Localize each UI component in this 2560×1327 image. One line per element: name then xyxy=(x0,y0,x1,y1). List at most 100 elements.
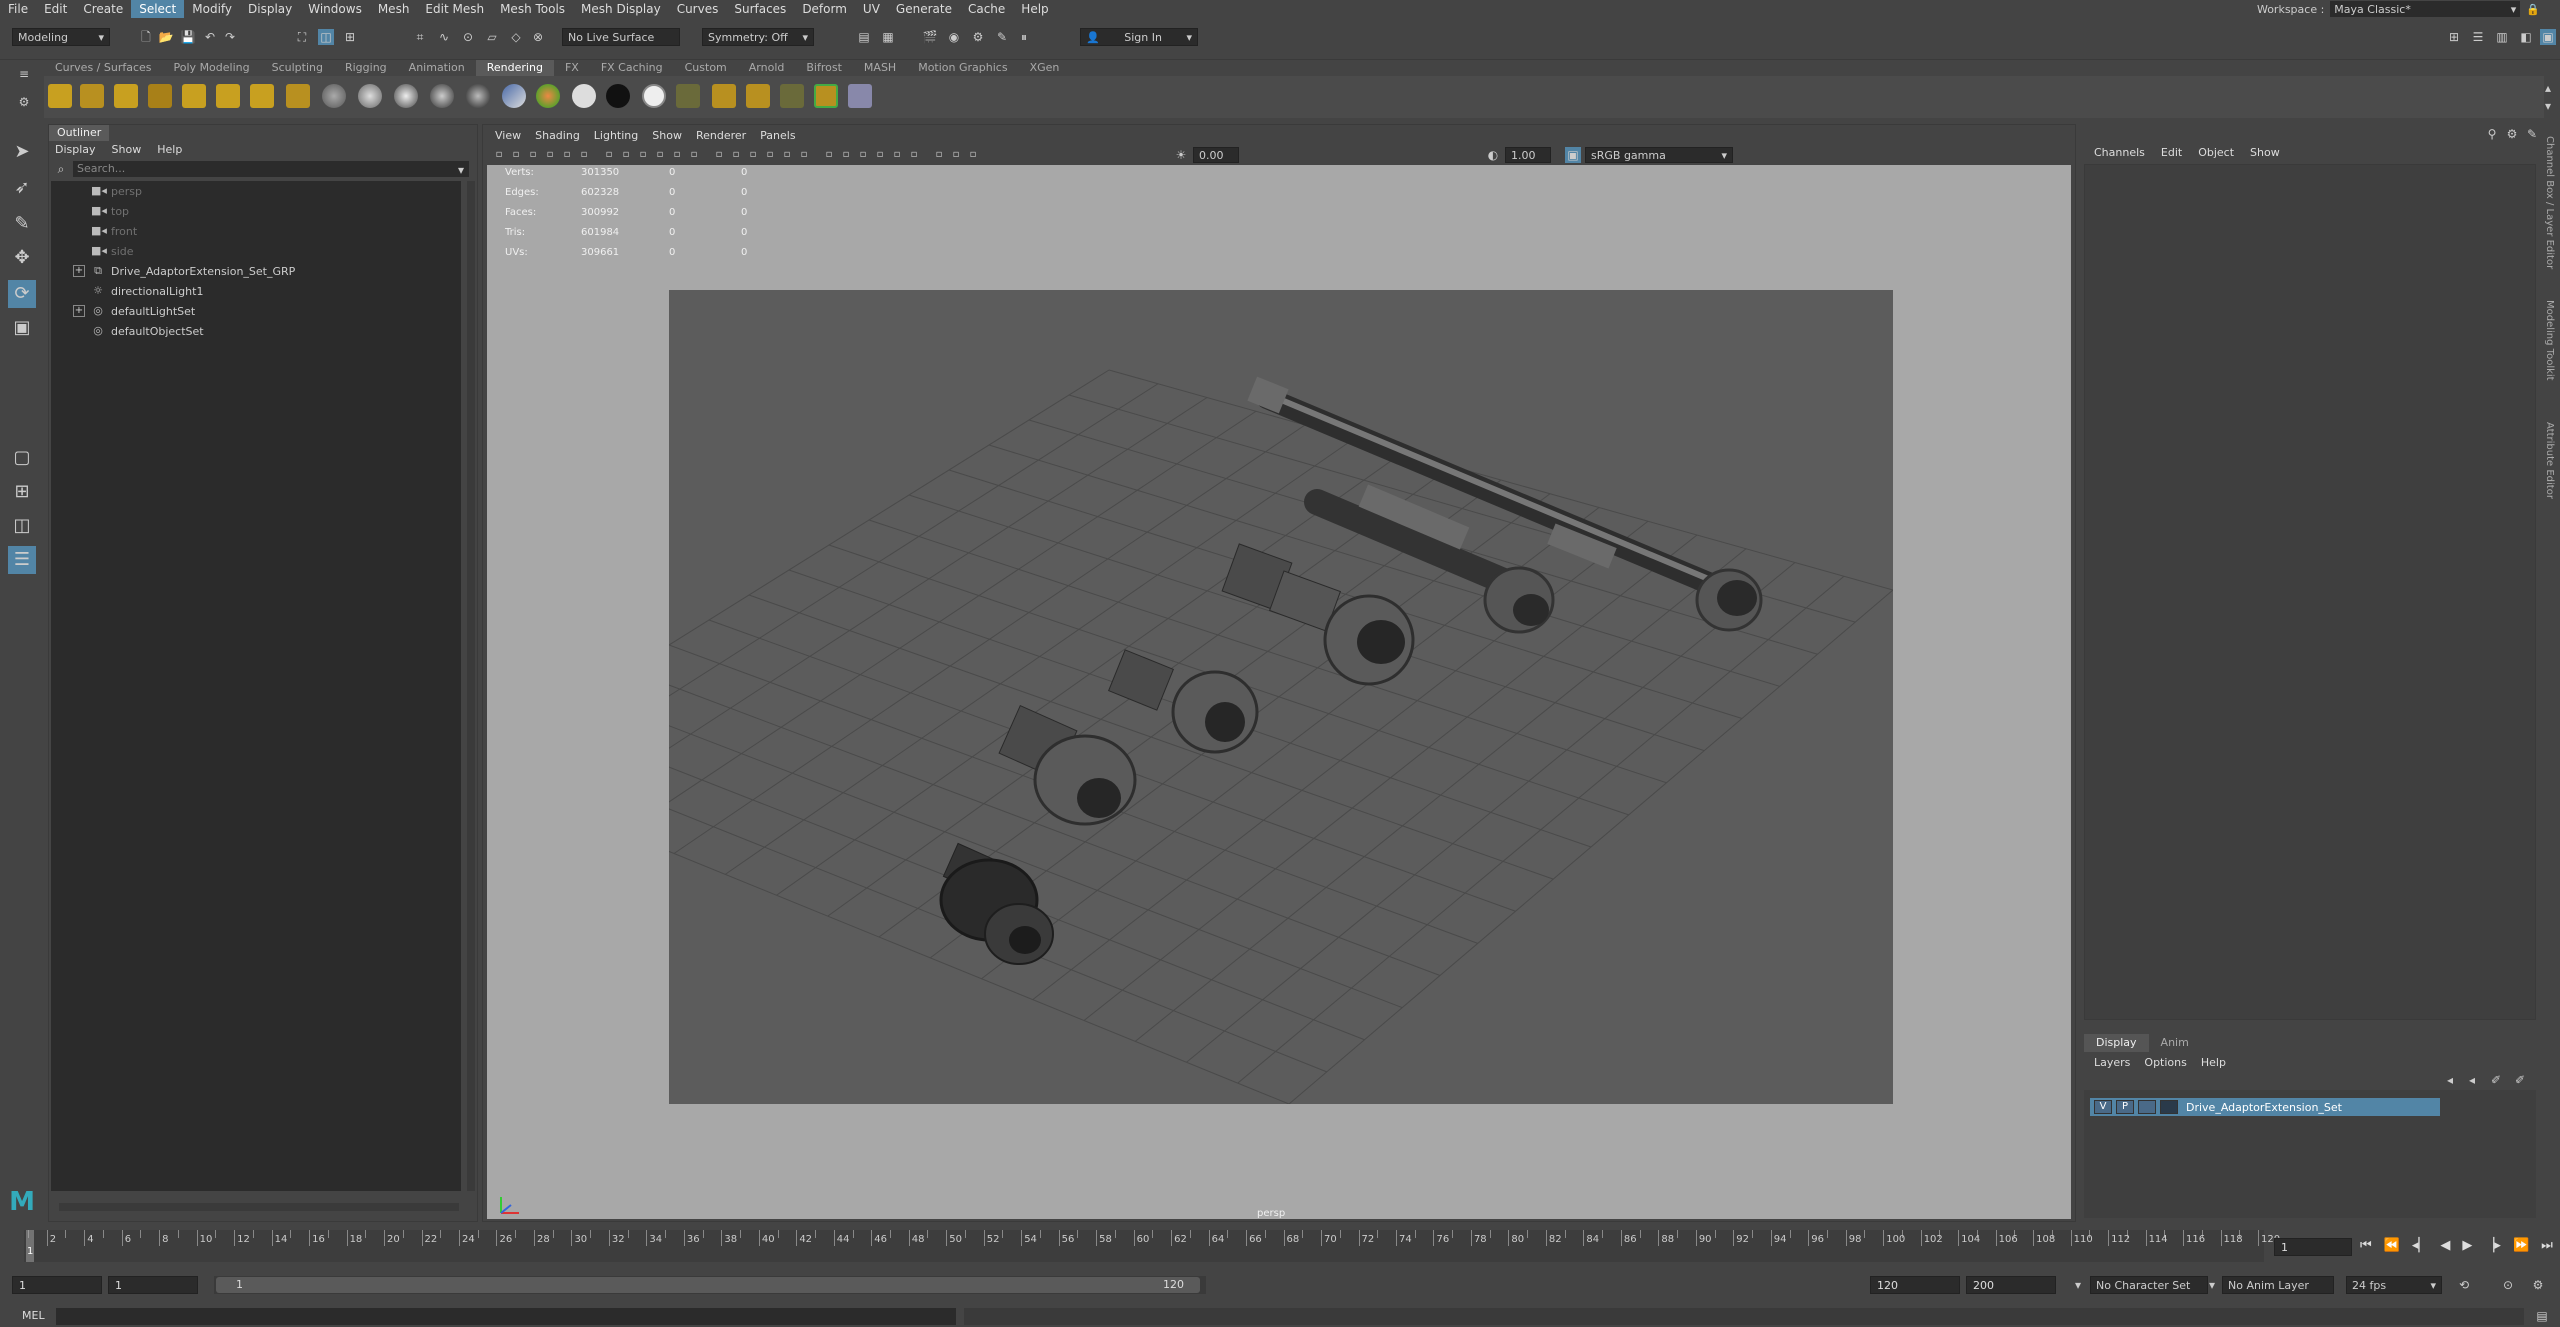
mode-dropdown[interactable]: Modeling ▾ xyxy=(12,28,110,46)
scale-tool-icon[interactable]: ▣ xyxy=(8,314,36,342)
gamma-icon[interactable]: ◐ xyxy=(1485,147,1501,163)
menu-cache[interactable]: Cache xyxy=(960,0,1013,18)
menu-mesh-display[interactable]: Mesh Display xyxy=(573,0,669,18)
menu-file[interactable]: File xyxy=(0,0,36,18)
channel-menu-object[interactable]: Object xyxy=(2198,146,2234,159)
outliner-toggle-icon[interactable]: ☰ xyxy=(2470,29,2486,45)
anisotropic-icon[interactable] xyxy=(466,84,490,108)
lasso-tool-icon[interactable]: ➶ xyxy=(8,174,36,202)
layer-row[interactable]: V P Drive_AdaptorExtension_Set xyxy=(2090,1098,2440,1116)
camera-attr-icon[interactable]: ▫ xyxy=(508,147,524,163)
ipr-icon[interactable] xyxy=(746,84,770,108)
depth-of-field-icon[interactable]: ▫ xyxy=(855,147,871,163)
render-icon[interactable] xyxy=(712,84,736,108)
auto-key-icon[interactable]: ⊙ xyxy=(2500,1277,2516,1293)
camera-icon[interactable]: ▫ xyxy=(491,147,507,163)
script-language-label[interactable]: MEL xyxy=(22,1309,45,1322)
symmetry-dropdown[interactable]: Symmetry: Off ▾ xyxy=(702,28,814,46)
outliner-menu-help[interactable]: Help xyxy=(157,143,182,156)
layer-visibility-toggle[interactable]: V xyxy=(2094,1100,2112,1114)
outliner-item[interactable]: + ◎ defaultLightSet xyxy=(51,301,461,321)
outliner-item[interactable]: ☼ directionalLight1 xyxy=(51,281,461,301)
texture-icon[interactable] xyxy=(676,84,700,108)
pause-icon[interactable]: ⏸ xyxy=(1016,29,1032,45)
exposure-icon[interactable]: ☀ xyxy=(1173,147,1189,163)
workspace-dropdown[interactable]: Maya Classic* ▾ xyxy=(2330,1,2521,17)
menu-surfaces[interactable]: Surfaces xyxy=(726,0,794,18)
sign-in-button[interactable]: 👤 Sign In ▾ xyxy=(1080,28,1198,46)
playback-end-field[interactable]: 120 xyxy=(1870,1276,1960,1294)
wireframe-on-shaded-icon[interactable]: ▫ xyxy=(728,147,744,163)
safe-title-icon[interactable]: ▫ xyxy=(669,147,685,163)
shelf-tab-curves-surfaces[interactable]: Curves / Surfaces xyxy=(44,60,163,76)
side-tab-attribute-editor[interactable]: Attribute Editor xyxy=(2544,422,2555,499)
move-layer-down-icon[interactable]: ◂ xyxy=(2464,1072,2480,1088)
ramp-shader-icon[interactable] xyxy=(502,84,526,108)
move-layer-up-icon[interactable]: ◂ xyxy=(2442,1072,2458,1088)
single-view-icon[interactable]: ▢ xyxy=(8,444,36,472)
outliner-menu-show[interactable]: Show xyxy=(112,143,142,156)
select-component-icon[interactable]: ⊞ xyxy=(342,29,358,45)
surface-shader-icon[interactable] xyxy=(572,84,596,108)
menu-deform[interactable]: Deform xyxy=(794,0,855,18)
menu-uv[interactable]: UV xyxy=(855,0,888,18)
snap-point-icon[interactable]: ⊙ xyxy=(460,29,476,45)
construction-history-icon[interactable]: ▤ xyxy=(856,29,872,45)
step-back-key-icon[interactable]: ⏪ xyxy=(2384,1238,2400,1253)
spot-light-icon[interactable] xyxy=(114,84,138,108)
live-surface-field[interactable]: No Live Surface xyxy=(562,28,680,46)
point-light-icon[interactable] xyxy=(48,84,72,108)
layout-icon[interactable]: ⊞ xyxy=(2446,29,2462,45)
new-empty-layer-icon[interactable]: ✐ xyxy=(2488,1072,2504,1088)
shelf-tab-xgen[interactable]: XGen xyxy=(1019,60,1071,76)
snap-curve-icon[interactable]: ∿ xyxy=(436,29,452,45)
hypershade-shelf-icon[interactable] xyxy=(814,84,838,108)
shelf-settings-icon[interactable]: ⚙ xyxy=(16,94,32,110)
tool-settings-icon[interactable]: ◧ xyxy=(2518,29,2534,45)
shelf-tab-motion-graphics[interactable]: Motion Graphics xyxy=(907,60,1018,76)
color-management-icon[interactable]: ▣ xyxy=(1565,147,1581,163)
ratchet-adaptor[interactable] xyxy=(939,842,1054,965)
end-time-field[interactable]: 200 xyxy=(1966,1276,2056,1294)
go-to-start-icon[interactable]: ⏮ xyxy=(2360,1238,2372,1253)
render-view-icon[interactable]: ▦ xyxy=(880,29,896,45)
outliner-item[interactable]: ■◂ top xyxy=(51,201,461,221)
attribute-editor-toggle-icon[interactable]: ⚙ xyxy=(2504,126,2520,142)
range-slider-handle[interactable]: 1 120 xyxy=(216,1277,1200,1293)
isolate-select-icon[interactable]: ▫ xyxy=(872,147,888,163)
menu-display[interactable]: Display xyxy=(240,0,300,18)
command-input[interactable] xyxy=(56,1308,956,1325)
menu-mesh[interactable]: Mesh xyxy=(370,0,418,18)
side-tab-modeling-toolkit[interactable]: Modeling Toolkit xyxy=(2544,300,2555,381)
play-forwards-icon[interactable]: ▶ xyxy=(2462,1238,2472,1253)
menu-edit-mesh[interactable]: Edit Mesh xyxy=(417,0,492,18)
save-scene-icon[interactable]: 💾 xyxy=(180,29,196,45)
channel-box-icon[interactable]: ▣ xyxy=(2540,29,2556,45)
layered-shader-icon[interactable] xyxy=(536,84,560,108)
snap-grid-icon[interactable]: ⌗ xyxy=(412,29,428,45)
layer-display-type-toggle[interactable] xyxy=(2138,1100,2156,1114)
go-to-end-icon[interactable]: ⏭ xyxy=(2541,1238,2553,1253)
shelf-tab-fx[interactable]: FX xyxy=(554,60,590,76)
shelf-tab-poly-modeling[interactable]: Poly Modeling xyxy=(163,60,261,76)
start-time-field[interactable]: 1 xyxy=(12,1276,102,1294)
layer-color-swatch[interactable] xyxy=(2160,1100,2178,1114)
step-back-frame-icon[interactable]: ◂▏ xyxy=(2412,1238,2429,1253)
outliner-item[interactable]: ■◂ side xyxy=(51,241,461,261)
render-view-shelf-icon[interactable] xyxy=(848,84,872,108)
universal-joint[interactable] xyxy=(1221,543,1415,686)
search-options-icon[interactable]: ▾ xyxy=(453,162,469,178)
gamma-icon-a-icon[interactable]: ▫ xyxy=(965,147,981,163)
playback-start-field[interactable]: 1 xyxy=(108,1276,198,1294)
menu-mesh-tools[interactable]: Mesh Tools xyxy=(492,0,573,18)
layer-tab-anim[interactable]: Anim xyxy=(2149,1034,2201,1052)
menu-edit[interactable]: Edit xyxy=(36,0,75,18)
menu-generate[interactable]: Generate xyxy=(888,0,960,18)
outliner-persp-icon[interactable]: ☰ xyxy=(8,546,36,574)
channel-menu-edit[interactable]: Edit xyxy=(2161,146,2182,159)
snap-surface-icon[interactable]: ◇ xyxy=(508,29,524,45)
four-view-icon[interactable]: ⊞ xyxy=(8,478,36,506)
outliner-item[interactable]: ■◂ persp xyxy=(51,181,461,201)
menu-create[interactable]: Create xyxy=(75,0,131,18)
viewport-menu-panels[interactable]: Panels xyxy=(760,129,795,142)
